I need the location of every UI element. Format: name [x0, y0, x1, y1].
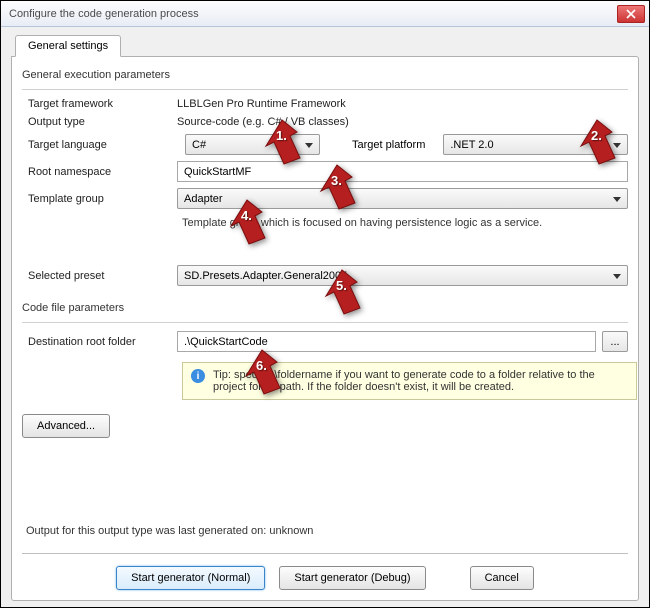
divider — [22, 553, 628, 554]
tip-box: i Tip: specify .\foldername if you want … — [182, 362, 637, 400]
label-output-type: Output type — [22, 116, 177, 128]
label-target-framework: Target framework — [22, 98, 177, 110]
dropdown-target-language[interactable]: C# — [185, 134, 320, 155]
input-root-namespace-value: QuickStartMF — [184, 166, 251, 178]
start-generator-debug-button[interactable]: Start generator (Debug) — [279, 566, 425, 590]
value-output-type: Source-code (e.g. C# / VB classes) — [177, 116, 628, 128]
input-dest-folder-value: .\QuickStartCode — [184, 336, 268, 348]
divider — [22, 322, 628, 323]
row-language-platform: Target language C# Target platform .NET … — [22, 134, 628, 155]
label-template-group: Template group — [22, 193, 177, 205]
advanced-button-label: Advanced... — [37, 420, 95, 432]
label-dest-folder: Destination root folder — [22, 336, 177, 348]
dropdown-selected-preset[interactable]: SD.Presets.Adapter.General2005 — [177, 265, 628, 286]
start-generator-normal-button[interactable]: Start generator (Normal) — [116, 566, 265, 590]
tip-text: Tip: specify .\foldername if you want to… — [213, 369, 628, 393]
template-group-hint: Template group which is focused on havin… — [182, 217, 628, 261]
advanced-button[interactable]: Advanced... — [22, 414, 110, 438]
group-code-file-params: Code file parameters — [22, 302, 628, 314]
settings-panel: General execution parameters Target fram… — [11, 56, 639, 601]
browse-button-label: ... — [610, 336, 619, 348]
close-icon — [626, 9, 636, 19]
window-title: Configure the code generation process — [5, 8, 617, 20]
tab-row: General settings — [11, 35, 639, 57]
dropdown-selected-preset-value: SD.Presets.Adapter.General2005 — [184, 270, 347, 282]
footer-buttons: Start generator (Normal) Start generator… — [22, 560, 628, 592]
group-execution-params: General execution parameters — [22, 69, 628, 81]
advanced-wrap: Advanced... — [22, 414, 628, 438]
label-selected-preset: Selected preset — [22, 270, 177, 282]
dropdown-target-platform[interactable]: .NET 2.0 — [443, 134, 628, 155]
dropdown-target-language-value: C# — [192, 139, 206, 151]
dropdown-target-platform-value: .NET 2.0 — [450, 139, 493, 151]
row-output-type: Output type Source-code (e.g. C# / VB cl… — [22, 116, 628, 128]
row-root-namespace: Root namespace QuickStartMF — [22, 161, 628, 182]
row-template-group: Template group Adapter — [22, 188, 628, 209]
divider — [22, 89, 628, 90]
close-button[interactable] — [617, 5, 645, 23]
row-dest-folder: Destination root folder .\QuickStartCode… — [22, 331, 628, 352]
input-dest-folder[interactable]: .\QuickStartCode — [177, 331, 596, 352]
start-debug-label: Start generator (Debug) — [294, 572, 410, 584]
label-target-language: Target language — [22, 139, 177, 151]
spacer — [22, 438, 628, 515]
row-selected-preset: Selected preset SD.Presets.Adapter.Gener… — [22, 265, 628, 286]
value-target-framework: LLBLGen Pro Runtime Framework — [177, 98, 628, 110]
titlebar: Configure the code generation process — [1, 1, 649, 27]
cancel-label: Cancel — [485, 572, 519, 584]
cancel-button[interactable]: Cancel — [470, 566, 534, 590]
start-normal-label: Start generator (Normal) — [131, 572, 250, 584]
input-root-namespace[interactable]: QuickStartMF — [177, 161, 628, 182]
label-root-namespace: Root namespace — [22, 166, 177, 178]
dialog-body: General settings General execution param… — [1, 27, 649, 607]
label-target-platform: Target platform — [328, 139, 435, 151]
dropdown-template-group-value: Adapter — [184, 193, 223, 205]
browse-folder-button[interactable]: ... — [602, 331, 628, 352]
output-status-line: Output for this output type was last gen… — [26, 525, 624, 537]
info-icon: i — [191, 369, 205, 383]
dropdown-template-group[interactable]: Adapter — [177, 188, 628, 209]
dialog-window: Configure the code generation process Ge… — [0, 0, 650, 608]
row-target-framework: Target framework LLBLGen Pro Runtime Fra… — [22, 98, 628, 110]
tab-general-settings[interactable]: General settings — [15, 35, 121, 57]
